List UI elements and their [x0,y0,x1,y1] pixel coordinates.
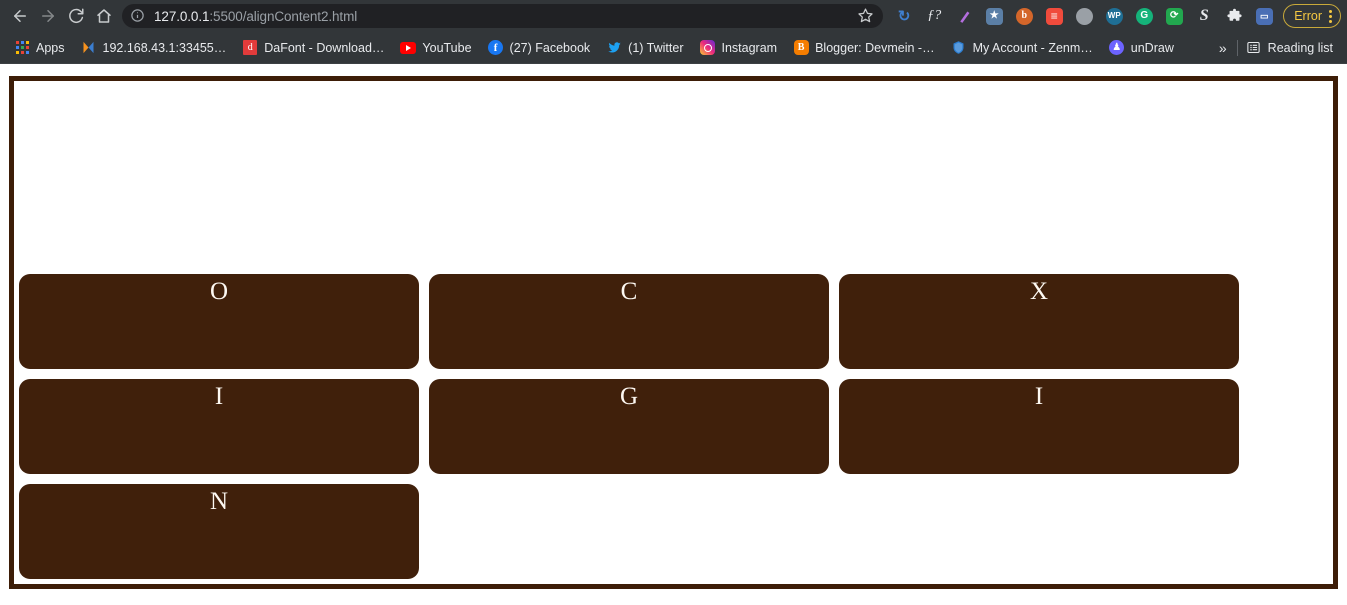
xampp-icon [81,40,97,56]
bookmark-label: (27) Facebook [509,40,591,55]
flex-item-label: C [620,278,638,305]
url-host: 127.0.0.1 [154,8,210,24]
youtube-icon [400,40,417,56]
flex-item: X [839,274,1239,369]
reading-list-button[interactable]: Reading list [1238,37,1341,59]
grease-extension[interactable] [1069,2,1099,30]
flex-item: I [839,379,1239,474]
browser-toolbar: 127.0.0.1:5500/alignContent2.html ↻ ƒ? ★… [0,0,1347,32]
bookmark-facebook[interactable]: f (27) Facebook [480,37,599,59]
bookmark-label: Apps [36,40,65,55]
flex-item-label: G [619,383,639,410]
bookmark-label: (1) Twitter [628,40,684,55]
bookmarks-overflow-button[interactable]: » [1209,40,1237,56]
bookmark-dafont[interactable]: d DaFont - Download… [234,37,392,59]
bookmark-youtube[interactable]: YouTube [392,37,479,59]
address-bar[interactable]: 127.0.0.1:5500/alignContent2.html [122,4,884,28]
flex-item-label: O [209,278,229,305]
bookmark-label: DaFont - Download… [264,40,385,55]
bookmark-twitter[interactable]: (1) Twitter [598,37,691,59]
instagram-icon [700,40,716,56]
flex-item: O [19,274,419,369]
facebook-icon: f [488,40,504,56]
back-button[interactable] [6,2,34,30]
bookmark-undraw[interactable]: ♟ unDraw [1101,37,1182,59]
wordpress-extension[interactable]: WP [1099,2,1129,30]
error-status-chip[interactable]: Error [1283,4,1341,28]
undraw-icon: ♟ [1109,40,1125,56]
flex-item-label: I [1034,383,1044,410]
flex-item: N [19,484,419,579]
reading-list-label: Reading list [1267,40,1333,55]
flex-item-label: I [214,383,224,410]
sketchy-extension[interactable]: S [1189,2,1219,30]
extensions-strip: ↻ ƒ? ★ b ≡ WP G ⟳ S ▭ [889,2,1279,30]
extensions-puzzle-icon[interactable] [1219,2,1249,30]
page-viewport: O C X I G I N [0,64,1347,605]
star-icon[interactable] [857,7,875,25]
dafont-icon: d [242,40,258,56]
zenmate-shield-icon [951,40,967,56]
flex-item-label: X [1029,278,1049,305]
grammarly-extension[interactable]: G [1129,2,1159,30]
flex-item: C [429,274,829,369]
error-chip-label: Error [1294,9,1322,23]
forward-button[interactable] [34,2,62,30]
bookmark-apps[interactable]: Apps [6,37,73,59]
bookmark-label: 192.168.43.1:33455… [102,40,227,55]
apps-grid-icon [14,40,30,56]
reading-list-icon [1246,40,1262,56]
feedly-extension[interactable]: ≡ [1039,2,1069,30]
history-back-extension[interactable]: ↻ [889,2,919,30]
bookmarks-bar: Apps 192.168.43.1:33455… d DaFont - Down… [0,32,1347,64]
flex-item: G [429,379,829,474]
bookmark-instagram[interactable]: Instagram [692,37,786,59]
font-finder-extension[interactable]: ƒ? [919,2,949,30]
flex-item-label: N [209,488,229,515]
flex-item: I [19,379,419,474]
url-path: :5500/alignContent2.html [209,8,358,24]
bookmark-local-router[interactable]: 192.168.43.1:33455… [73,37,235,59]
info-circle-icon[interactable] [130,8,146,24]
bookmark-label: YouTube [422,40,472,55]
bookmark-label: Instagram [721,40,778,55]
blogger-icon: B [793,40,809,56]
bookmark-zenmate-account[interactable]: My Account - Zenm… [943,37,1101,59]
bookmark-label: Blogger: Devmein -… [815,40,935,55]
screenshot-extension[interactable]: ★ [979,2,1009,30]
browser-chrome: 127.0.0.1:5500/alignContent2.html ↻ ƒ? ★… [0,0,1347,64]
kebab-menu-icon[interactable] [1326,9,1335,23]
bitwarden-extension[interactable]: b [1009,2,1039,30]
bookmark-label: unDraw [1130,40,1174,55]
highlighter-extension[interactable] [949,2,979,30]
adobe-extension[interactable]: ▭ [1249,2,1279,30]
flex-container: O C X I G I N [9,76,1338,589]
home-button[interactable] [90,2,118,30]
reload-button[interactable] [62,2,90,30]
bookmark-blogger[interactable]: B Blogger: Devmein -… [785,37,943,59]
url-text: 127.0.0.1:5500/alignContent2.html [154,9,357,24]
sync-extension[interactable]: ⟳ [1159,2,1189,30]
twitter-icon [606,40,622,56]
bookmark-label: My Account - Zenm… [972,40,1093,55]
